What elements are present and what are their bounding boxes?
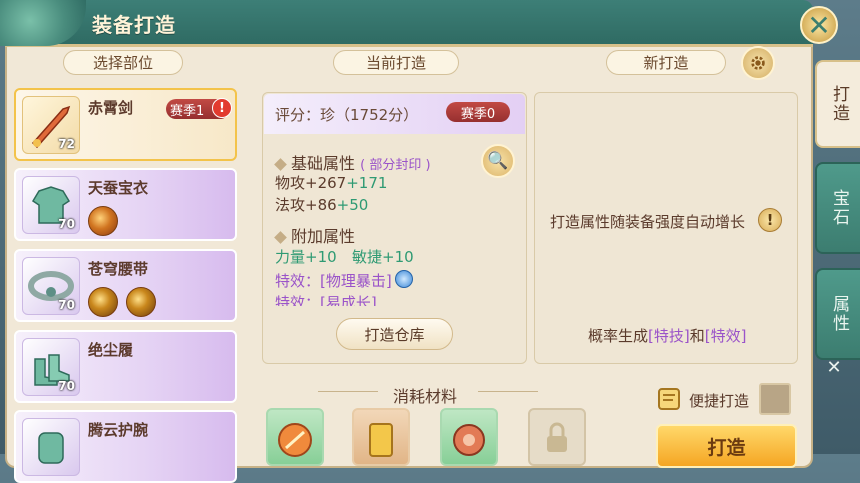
effect-label: 特效： [275, 294, 321, 306]
item-name: 天蚕宝衣 [88, 179, 149, 197]
forge-warehouse-button[interactable]: 打造仓库 [336, 318, 453, 350]
item-level: 72 [58, 137, 75, 151]
gem-slot-icon [88, 287, 118, 317]
coin-icon [453, 424, 485, 456]
rate-and: 和 [689, 327, 705, 345]
rate-prefix: 概率生成 [588, 327, 649, 345]
tab-forge[interactable]: 打造 [815, 60, 860, 148]
section-current-forge: 当前打造 [333, 50, 459, 75]
info-icon[interactable]: ! [758, 208, 782, 232]
phys-atk: 物攻+267 [275, 174, 347, 192]
material-slot-1[interactable] [266, 408, 324, 466]
str-attr: 力量+10 [275, 248, 337, 266]
season-badge: 赛季1 ! [166, 98, 232, 119]
rate-text: 概率生成[特技]和[特效] [588, 325, 746, 346]
material-slot-3[interactable] [440, 408, 498, 466]
phys-atk-bonus: +171 [346, 174, 388, 192]
material-slot-4[interactable] [528, 408, 586, 466]
diamond-icon [274, 158, 287, 171]
base-attr-label: 基础属性 [291, 154, 356, 173]
list-item-juechen-boots[interactable]: 70 绝尘履 [14, 330, 237, 403]
mag-atk: 法攻+86 [275, 196, 337, 214]
base-attr-title: 基础属性 ( 部分封印 ) [274, 150, 431, 174]
item-thumbnail: 70 [22, 338, 80, 396]
divider [478, 391, 538, 392]
close-icon: ✕ [807, 8, 831, 42]
item-thumbnail: 72 [22, 96, 80, 154]
bracer-icon [38, 432, 64, 464]
effect-row-2: 特效：[易成长] [275, 292, 377, 306]
effect-value: [易成长] [320, 294, 377, 306]
mag-atk-bonus: +50 [336, 196, 369, 214]
inspect-button[interactable]: 🔍 [481, 144, 515, 178]
effect-value: [物理暴击] [320, 272, 392, 290]
warning-icon: ! [212, 98, 232, 118]
item-level: 70 [58, 379, 75, 393]
tab-attributes[interactable]: 属性 [815, 268, 860, 360]
gem-slot-icon [126, 287, 156, 317]
effect-detail-icon[interactable] [395, 270, 413, 288]
item-level: 70 [58, 217, 75, 231]
materials-label: 消耗材料 [393, 387, 458, 406]
lock-icon [547, 422, 567, 452]
season-badge: 赛季0 [446, 102, 510, 122]
section-select-part: 选择部位 [63, 50, 183, 75]
extra-attr-label: 附加属性 [291, 227, 356, 246]
rate-skill: [特技] [648, 327, 690, 345]
list-item-tengyun-bracer[interactable]: 腾云护腕 [14, 410, 237, 483]
gem-slot-icon [88, 206, 118, 236]
diamond-icon [274, 231, 287, 244]
score-text: 评分：珍（1752分） [275, 106, 419, 124]
effect-label: 特效： [275, 272, 321, 290]
forge-stone-icon [278, 423, 312, 457]
agi-attr: 敏捷+10 [352, 248, 414, 266]
item-thumbnail: 70 [22, 176, 80, 234]
item-thumbnail [22, 418, 80, 476]
search-icon: 🔍 [487, 151, 509, 171]
material-slot-2[interactable] [352, 408, 410, 466]
item-name: 腾云护腕 [88, 421, 149, 439]
close-icon[interactable]: ✕ [824, 358, 844, 378]
list-item-cangqiong-belt[interactable]: 70 苍穹腰带 [14, 249, 237, 322]
scroll-icon [369, 423, 393, 457]
item-name: 苍穹腰带 [88, 260, 149, 278]
item-name: 绝尘履 [88, 341, 134, 359]
item-level: 70 [58, 298, 75, 312]
close-button[interactable]: ✕ [800, 6, 838, 44]
effect-row-1: 特效：[物理暴击] [275, 270, 392, 291]
list-item-tiancan-robe[interactable]: 70 天蚕宝衣 [14, 168, 237, 241]
base-attr-note: ( 部分封印 ) [360, 158, 431, 173]
scroll-icon [655, 385, 685, 413]
gear-icon [751, 56, 765, 70]
auto-grow-hint: 打造属性随装备强度自动增长 [550, 213, 746, 231]
rate-effect: [特效] [704, 327, 747, 345]
season-label: 赛季1 [170, 103, 205, 119]
list-item-chixiao-sword[interactable]: 72 赤霄剑 赛季1 ! [14, 88, 237, 161]
settings-button[interactable] [741, 46, 775, 80]
window-title: 装备打造 [92, 13, 176, 37]
phys-atk-row: 物攻+267+171 [275, 172, 387, 193]
quick-forge-checkbox[interactable] [759, 383, 791, 415]
item-thumbnail: 70 [22, 257, 80, 315]
quick-forge-label: 便捷打造 [689, 392, 750, 410]
divider [318, 391, 378, 392]
item-name: 赤霄剑 [88, 99, 134, 117]
forge-button[interactable]: 打造 [656, 424, 797, 468]
extra-attr-title: 附加属性 [274, 223, 356, 247]
mag-atk-row: 法攻+86+50 [275, 194, 368, 215]
section-new-forge: 新打造 [606, 50, 726, 75]
tab-gem[interactable]: 宝石 [815, 162, 860, 254]
